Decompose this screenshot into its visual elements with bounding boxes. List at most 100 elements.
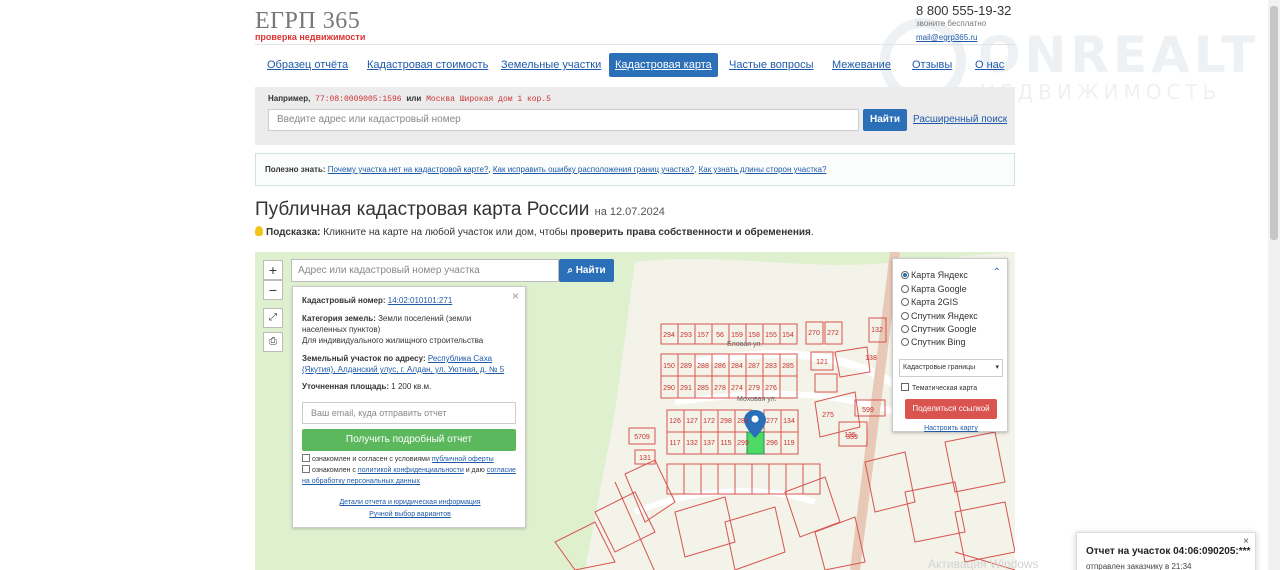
example-label: Например,: [268, 94, 311, 103]
nav-faq[interactable]: Частые вопросы: [729, 53, 814, 77]
email-link[interactable]: mail@egrp365.ru: [916, 33, 1011, 42]
tip-link-fix-borders[interactable]: Как исправить ошибку расположения границ…: [493, 165, 694, 174]
ruler-icon[interactable]: ⤢: [263, 308, 283, 328]
example-address: Москва Широкая дом 1 кор.5: [426, 95, 551, 104]
layer-option[interactable]: Спутник Bing: [901, 336, 965, 348]
checkbox[interactable]: [302, 454, 310, 462]
advanced-search-link[interactable]: Расширенный поиск: [913, 114, 1007, 125]
address-label: Земельный участок по адресу:: [302, 354, 426, 363]
zoom-in-button[interactable]: +: [263, 260, 283, 280]
nav-reviews[interactable]: Отзывы: [912, 53, 952, 77]
nav-about[interactable]: О нас: [975, 53, 1004, 77]
offer-link[interactable]: публичной оферты: [432, 456, 494, 463]
radio[interactable]: [901, 271, 909, 279]
parcel-number: 283: [765, 363, 777, 370]
checkbox[interactable]: [302, 465, 310, 473]
print-icon[interactable]: ⎙: [263, 332, 283, 352]
thematic-map-toggle[interactable]: Тематическая карта: [901, 383, 977, 392]
layer-option[interactable]: Спутник Яндекс: [901, 310, 978, 322]
manual-link-row: Ручной выбор вариантов: [293, 511, 527, 518]
hint-bold: проверить права собственности и обремене…: [570, 227, 811, 238]
parcel-number: 278: [714, 385, 726, 392]
parcel-number: 274: [731, 385, 743, 392]
parcel-number: 119: [783, 440, 794, 447]
parcel-number: 272: [827, 330, 839, 337]
search-example: Например, 77:08:0009005:1596 или Москва …: [268, 94, 551, 104]
radio[interactable]: [901, 312, 909, 320]
parcel-number: 293: [680, 332, 692, 339]
zoom-out-button[interactable]: −: [263, 280, 283, 300]
layer-label: Спутник Bing: [911, 337, 966, 347]
radio[interactable]: [901, 325, 909, 333]
tips-label: Полезно знать:: [265, 165, 326, 174]
nav-surveying[interactable]: Межевание: [832, 53, 891, 77]
agree-privacy-mid: и даю: [465, 467, 485, 474]
popup-usage: Для индивидуального жилищного строительс…: [302, 336, 484, 345]
search-button[interactable]: Найти: [863, 109, 907, 131]
get-report-button[interactable]: Получить подробный отчет: [302, 429, 516, 451]
cadastral-map[interactable]: 294 293 157 56 159 158 155 154 270 272 1…: [255, 252, 1015, 570]
lightbulb-icon: [255, 226, 263, 236]
area-label: Уточненная площадь:: [302, 382, 390, 391]
layer-option[interactable]: Карта Google: [901, 283, 967, 295]
parcel-number: 158: [748, 332, 760, 339]
cad-number-link[interactable]: 14:02:010101:271: [388, 296, 453, 305]
privacy-link[interactable]: политикой конфиденциальности: [358, 467, 464, 474]
parcel-number: 56: [716, 332, 724, 339]
search-input[interactable]: Введите адрес или кадастровый номер: [268, 109, 859, 131]
radio[interactable]: [901, 338, 909, 346]
parcel-number: 132: [686, 440, 698, 447]
example-cad-number: 77:08:0009005:1596: [315, 95, 402, 104]
toast-subtitle: отправлен заказчику в 21:34: [1086, 562, 1192, 570]
radio[interactable]: [901, 285, 909, 293]
nav-land-plots[interactable]: Земельные участки: [501, 53, 601, 77]
layer-label: Карта Google: [911, 284, 967, 294]
scrollbar[interactable]: [1268, 0, 1280, 570]
agree-offer[interactable]: ознакомлен и согласен с условиями публич…: [302, 454, 518, 465]
notification-toast: × Отчет на участок 04:06:090205:*** отпр…: [1076, 532, 1256, 570]
email-input[interactable]: Ваш email, куда отправить отчет: [302, 402, 516, 424]
map-search-button[interactable]: ⌕ Найти: [559, 259, 614, 282]
nav-sample-report[interactable]: Образец отчёта: [267, 53, 348, 77]
radio[interactable]: [901, 298, 909, 306]
parcel-number: 294: [663, 332, 675, 339]
tip-link-side-lengths[interactable]: Как узнать длины сторон участка?: [699, 165, 827, 174]
layer-option[interactable]: Карта 2GIS: [901, 296, 958, 308]
layer-label: Карта Яндекс: [911, 270, 968, 280]
watermark-subtext: НЕДВИЖИМОСТЬ: [980, 80, 1222, 104]
parcel-number: 121: [816, 359, 828, 366]
phone-number[interactable]: 8 800 555-19-32: [916, 3, 1011, 18]
checkbox[interactable]: [901, 383, 909, 391]
agree-privacy[interactable]: ознакомлен с политикой конфиденциальност…: [302, 465, 518, 487]
borders-select-value: Кадастровые границы: [903, 364, 976, 371]
parcel-number: 115: [720, 440, 731, 447]
parcel-number: 159: [731, 332, 743, 339]
share-link-button[interactable]: Поделиться ссылкой: [905, 399, 997, 419]
scrollbar-thumb[interactable]: [1270, 6, 1278, 240]
nav-cadastral-map[interactable]: Кадастровая карта: [609, 53, 718, 77]
layer-label: Спутник Google: [911, 324, 977, 334]
parcel-number: 132: [871, 327, 883, 334]
manual-link[interactable]: Ручной выбор вариантов: [369, 511, 451, 518]
tip-link-missing-plot[interactable]: Почему участка нет на кадастровой карте?: [328, 165, 489, 174]
parcel-number: 286: [714, 363, 726, 370]
layer-option[interactable]: Карта Яндекс: [901, 269, 968, 281]
logo[interactable]: ЕГРП 365 проверка недвижимости: [255, 8, 365, 42]
watermark-text: ONREALT: [978, 26, 1260, 84]
setup-map-link[interactable]: Настроить карту: [924, 425, 978, 432]
layer-option[interactable]: Спутник Google: [901, 323, 976, 335]
parcel-number: 279: [748, 385, 760, 392]
chevron-up-icon[interactable]: ⌃: [993, 267, 1001, 278]
parcel-number: 281: [737, 418, 749, 425]
nav-cadastral-value[interactable]: Кадастровая стоимость: [367, 53, 488, 77]
main-nav: Образец отчёта Кадастровая стоимость Зем…: [255, 53, 1015, 77]
chevron-down-icon: ▾: [995, 364, 999, 371]
parcel-number: 5709: [634, 434, 650, 441]
example-or: или: [406, 94, 422, 103]
useful-tips: Полезно знать: Почему участка нет на кад…: [255, 153, 1015, 186]
windows-activation: Активация Windows: [928, 557, 1039, 570]
parcel-popup: × Кадастровый номер: 14:02:010101:271 Ка…: [292, 286, 526, 528]
details-link[interactable]: Детали отчета и юридическая информация: [339, 499, 480, 506]
borders-select[interactable]: Кадастровые границы ▾: [899, 359, 1003, 377]
map-search-input[interactable]: Адрес или кадастровый номер участка: [291, 259, 559, 282]
